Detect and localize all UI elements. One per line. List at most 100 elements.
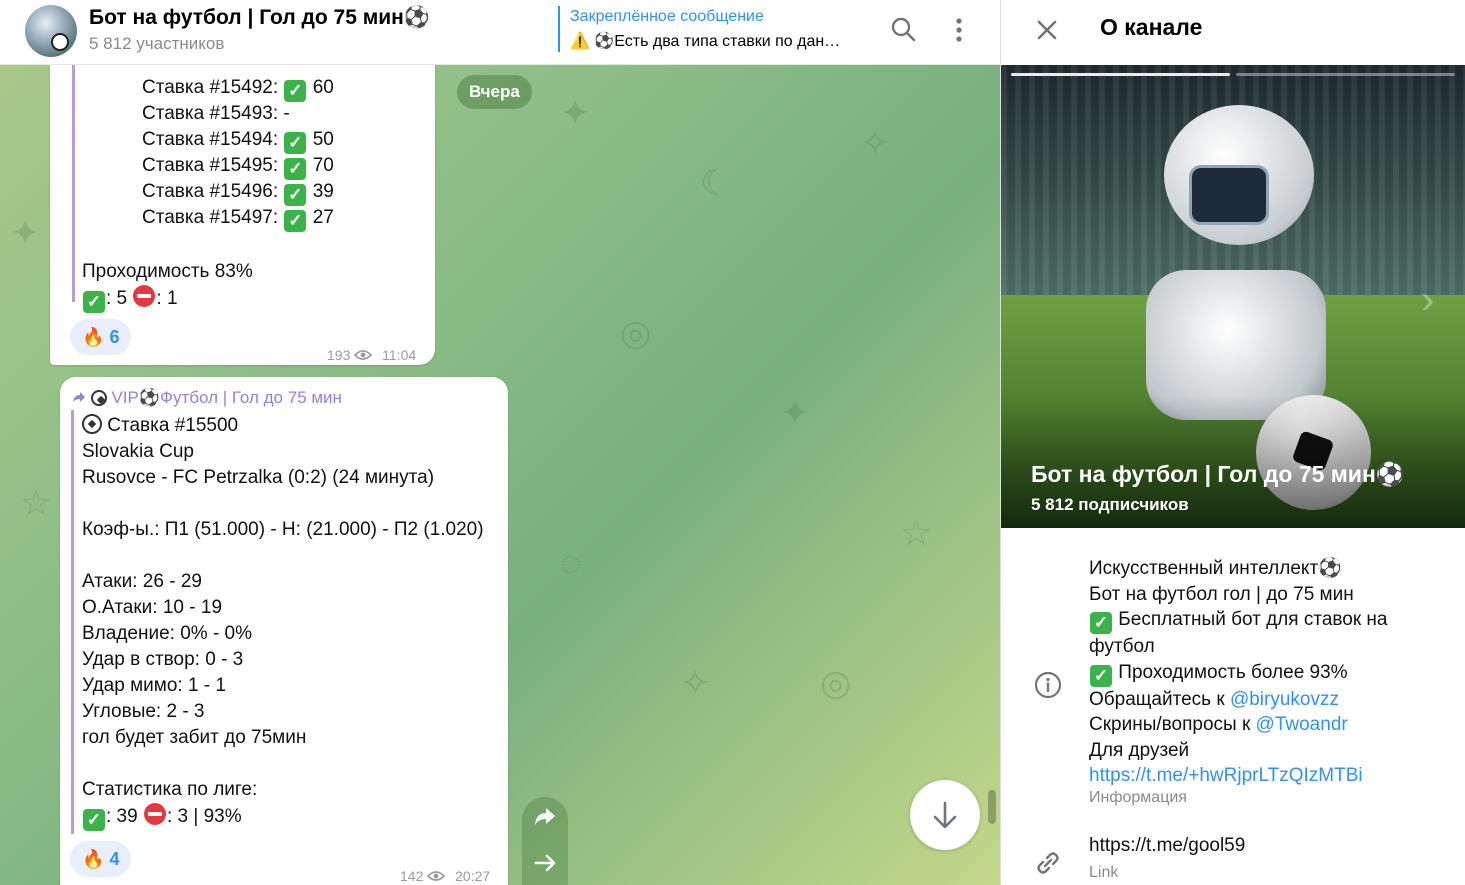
share-button[interactable] [528,846,562,880]
check-icon: ✓ [83,809,105,831]
stop-icon [143,803,166,825]
forward-icon [535,808,555,825]
quote-bar [71,410,74,834]
fire-icon: 🔥 [82,849,105,869]
desc-line: ✓ Проходимость более 93% [1089,660,1449,687]
desc-line: https://t.me/+hwRjprLTzQIzMTBi [1089,763,1449,789]
eye-icon [427,871,446,881]
bet-title: Ставка #15500 [82,413,484,439]
bet-line: Ставка #15493: - [142,103,290,124]
soccer-ball-icon [82,414,102,434]
stat-possession: Владение: 0% - 0% [82,623,253,644]
check-icon: ✓ [284,184,307,206]
desc-line: Бот на футбол гол | до 75 мин [1089,583,1354,605]
channel-avatar[interactable] [25,5,77,57]
message-meta: 142 20:27 [400,868,491,884]
bet-list: Ставка #15492: ✓ 60 Ставка #15493: - Ста… [142,75,334,232]
stat-shots-off: Удар мимо: 1 - 1 [82,675,226,696]
chat-title[interactable]: Бот на футбол | Гол до 75 мин⚽ [89,6,430,30]
channel-link-label: Link [1089,864,1119,881]
desc-line: Для друзей [1089,739,1190,761]
next-photo-icon[interactable]: › [1421,280,1445,320]
member-count: 5 812 участников [89,34,225,53]
check-icon: ✓ [1090,612,1112,634]
chat-header[interactable]: Бот на футбол | Гол до 75 мин⚽ 5 812 уча… [0,0,1000,65]
league-stats-title: Статистика по лиге: [82,779,258,800]
pinned-message-title: Закреплённое сообщение [570,8,764,25]
bet-line: Ставка #15496: ✓ 39 [142,181,334,206]
scroll-down-button[interactable] [910,780,980,850]
telegram-window: ✦ ☾ ✧ ◎ ✦ ☆ ◌ ✧ ☆ ✦ ◎ Бот на футбол | Го… [0,0,1465,885]
win-loss: ✓: 5 : 1 [82,285,253,313]
robot-face [1189,165,1269,225]
info-icon [1033,670,1063,700]
stat-corners: Угловые: 2 - 3 [82,701,205,722]
bet-line: Ставка #15494: ✓ 50 [142,129,334,154]
mention-link[interactable]: @Twoandr [1256,714,1348,735]
more-menu-button[interactable] [944,14,974,46]
channel-cover-photo[interactable]: › Бот на футбол | Гол до 75 мин⚽ 5 812 п… [1001,65,1465,528]
arrow-down-icon [933,801,957,829]
photo-progress-active [1011,73,1230,76]
desc-line: Искусственный интеллект⚽ [1089,558,1342,579]
desc-line: Обращайтесь к @biryukovzz [1089,688,1339,710]
search-icon [891,17,916,42]
cover-subscriber-count: 5 812 подписчиков [1031,495,1189,514]
message-bubble[interactable]: Ставка #15492: ✓ 60 Ставка #15493: - Ста… [50,55,435,365]
bet-line: Ставка #15492: ✓ 60 [142,77,334,102]
bet-line: Ставка #15497: ✓ 27 [142,207,334,232]
stat-attacks: Атаки: 26 - 29 [82,571,202,592]
eye-icon [354,350,373,360]
league: Slovakia Cup [82,441,194,462]
odds: Коэф-ы.: П1 (51.000) - Н: (21.000) - П2 … [82,519,484,540]
league-stats: ✓: 39 : 3 | 93% [82,803,484,831]
pinned-message-text: ⚠️ ⚽Есть два типа ставки по дан… [570,33,841,50]
mention-link[interactable]: @biryukovzz [1230,689,1339,710]
reaction-fire[interactable]: 🔥 4 [70,841,132,877]
pinned-message[interactable]: Закреплённое сообщение ⚠️ ⚽Есть два типа… [558,6,868,52]
link-icon [1033,848,1063,878]
search-button[interactable] [888,14,920,46]
message-text: Ставка #15500 Slovakia Cup Rusovce - FC … [82,413,484,831]
close-button[interactable] [1033,16,1061,44]
forward-icon [73,392,85,402]
check-icon: ✓ [284,80,307,102]
desc-line: Скрины/вопросы к @Twoandr [1089,714,1348,735]
forward-button[interactable] [528,800,562,834]
photo-progress [1011,73,1455,76]
channel-link[interactable]: https://t.me/gool59 [1089,835,1245,857]
share-icon [534,854,556,872]
chat-area: ✦ ☾ ✧ ◎ ✦ ☆ ◌ ✧ ☆ ✦ ◎ Бот на футбол | Го… [0,0,1000,885]
stat-shots-on: Удар в створ: 0 - 3 [82,649,244,670]
reaction-fire[interactable]: 🔥 6 [70,319,132,355]
match: Rusovce - FC Petrzalka (0:2) (24 минута) [82,467,435,488]
cover-channel-name: Бот на футбол | Гол до 75 мин⚽ [1031,461,1405,487]
message-meta: 193 11:04 [327,347,417,363]
check-icon: ✓ [284,132,307,154]
photo-progress-inactive [1236,73,1455,76]
check-icon: ✓ [1090,664,1112,687]
soccer-ball-icon [90,390,107,406]
check-icon: ✓ [284,158,307,180]
check-icon: ✓ [284,210,307,232]
description-label: Информация [1089,789,1187,806]
message-bubble[interactable]: VIP⚽Футбол | Гол до 75 мин Ставка #15500… [60,377,508,885]
chat-scrollbar[interactable] [988,790,996,824]
more-vertical-icon [956,18,962,42]
bet-line: Ставка #15495: ✓ 70 [142,155,334,180]
summary: Проходимость 83% ✓: 5 : 1 [82,259,253,313]
forwarded-from[interactable]: VIP⚽Футбол | Гол до 75 мин [72,385,342,411]
panel-title: О канале [1100,14,1203,40]
desc-line: ✓ Бесплатный бот для ставок на футбол [1089,609,1388,657]
stat-danger-attacks: О.Атаки: 10 - 19 [82,597,223,618]
check-icon: ✓ [83,291,105,313]
quote-bar [72,55,75,302]
close-icon [1037,20,1057,40]
prediction: гол будет забит до 75мин [82,727,307,748]
fire-icon: 🔥 [82,327,105,347]
stop-icon [133,285,156,307]
date-badge: Вчера [457,75,532,109]
pass-rate: Проходимость 83% [82,261,253,282]
channel-description: Искусственный интеллект⚽ Бот на футбол г… [1089,556,1449,789]
invite-link[interactable]: https://t.me/+hwRjprLTzQIzMTBi [1089,765,1363,786]
